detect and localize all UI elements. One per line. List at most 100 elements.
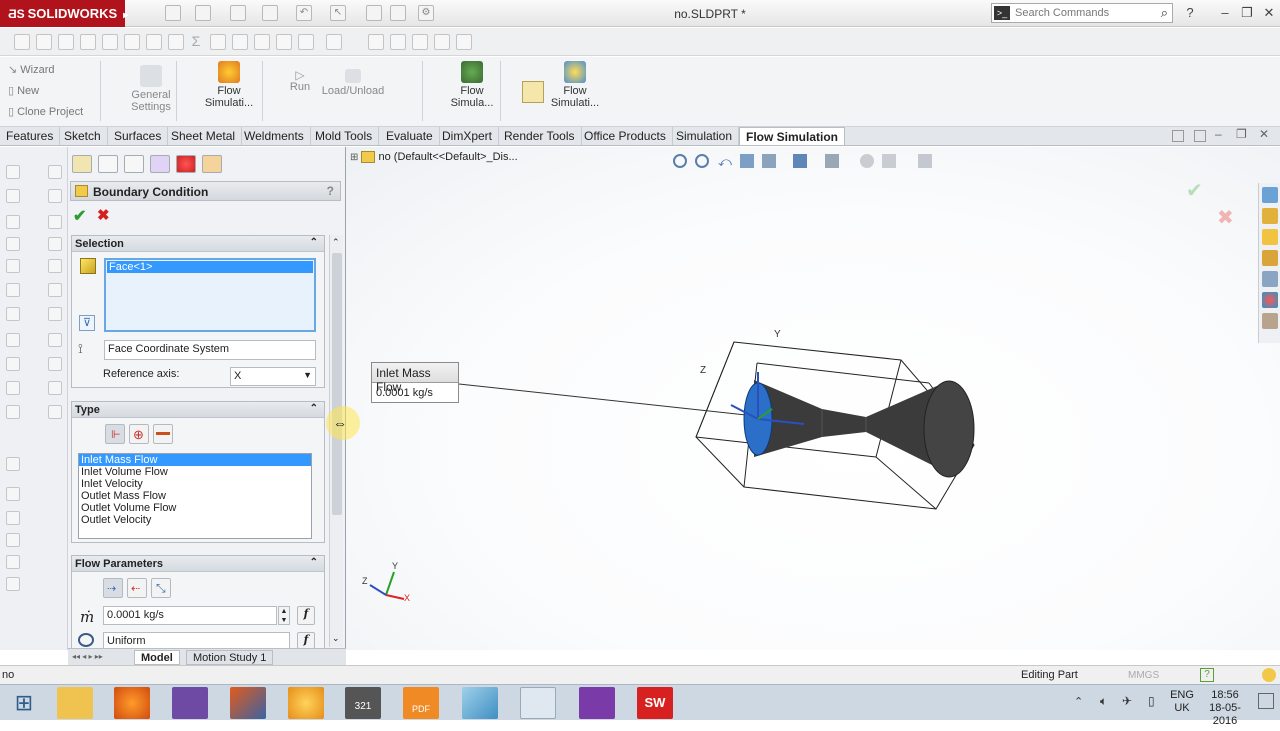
direction-vector-button[interactable]: ⤡ — [151, 578, 171, 598]
offset-icon[interactable] — [276, 34, 292, 50]
units-indicator[interactable]: MMGS — [1128, 670, 1159, 681]
circle-icon[interactable] — [102, 34, 118, 50]
tool-icon[interactable] — [6, 511, 20, 525]
tool-icon[interactable] — [6, 457, 20, 471]
instant-2d-icon[interactable] — [456, 34, 472, 50]
save-icon[interactable] — [230, 5, 246, 21]
boundary-condition-callout[interactable]: Inlet Mass Flow 0.0001 kg/s — [371, 362, 459, 403]
tool-icon[interactable] — [6, 237, 20, 251]
tab-office-products[interactable]: Office Products — [578, 127, 673, 145]
volume-icon[interactable]: 🔈︎ — [1100, 694, 1107, 709]
tool-icon[interactable] — [6, 577, 20, 591]
tab-motion-study[interactable]: Motion Study 1 — [186, 650, 274, 665]
filter-icon[interactable]: ⊽ — [79, 315, 95, 331]
collapse-chevron-icon[interactable]: ⌃ — [310, 237, 318, 248]
list-item[interactable]: Outlet Mass Flow — [79, 490, 311, 502]
tile-icon[interactable] — [1172, 130, 1184, 142]
help-button[interactable]: ? — [1180, 4, 1200, 22]
tool-icon[interactable] — [6, 189, 20, 203]
ansys-icon[interactable] — [288, 687, 324, 719]
open-folder-icon[interactable] — [195, 5, 211, 21]
list-item[interactable]: Outlet Velocity — [79, 514, 311, 526]
file-explorer-icon[interactable] — [57, 687, 93, 719]
tab-weldments[interactable]: Weldments — [238, 127, 311, 145]
screen-recorder-icon[interactable] — [579, 687, 615, 719]
flow-simulation-a-button[interactable]: Flow Simulati... — [200, 61, 258, 109]
scroll-tabs-icon[interactable]: ◂◂ ◂ ▸ ▸▸ — [72, 652, 103, 661]
list-item[interactable]: Inlet Velocity — [79, 478, 311, 490]
tab-simulation[interactable]: Simulation — [670, 127, 740, 145]
flow-simulation-tree-tab[interactable] — [202, 155, 222, 173]
profile-select[interactable]: Uniform — [103, 632, 290, 649]
tool-icon[interactable] — [6, 487, 20, 501]
solidworks-logo[interactable]: ƋS SOLIDWORKS ▸ — [0, 0, 128, 27]
selected-faces-list[interactable]: Face<1> — [104, 258, 316, 332]
start-button-icon[interactable]: ⊞ — [6, 687, 42, 719]
tool-icon[interactable] — [6, 333, 20, 347]
tool-icon[interactable] — [6, 307, 20, 321]
sticky-notes-icon[interactable] — [462, 687, 498, 719]
arc-icon[interactable] — [124, 34, 140, 50]
line-icon[interactable] — [58, 34, 74, 50]
tab-sketch[interactable]: Sketch — [58, 127, 108, 145]
close-button[interactable]: ✕ — [1259, 4, 1279, 22]
wall-button[interactable] — [153, 424, 173, 444]
restore-doc-button[interactable]: ❐ — [1236, 127, 1247, 141]
tool-icon[interactable] — [6, 555, 20, 569]
paint-icon[interactable] — [520, 687, 556, 719]
collapse-chevron-icon[interactable]: ⌃ — [310, 403, 318, 414]
help-icon[interactable]: ? — [1200, 668, 1214, 682]
tool-icon[interactable] — [6, 165, 20, 179]
tab-model[interactable]: Model — [134, 650, 180, 665]
repair-sketch-icon[interactable] — [390, 34, 406, 50]
dimxpert-manager-tab[interactable] — [150, 155, 170, 173]
convert-icon[interactable] — [326, 34, 342, 50]
cancel-x-button[interactable]: ✖ — [97, 206, 110, 224]
help-button[interactable]: ? — [327, 184, 334, 198]
search-commands-input[interactable]: >_ Search Commands ⌕ — [991, 3, 1173, 23]
tab-dimxpert[interactable]: DimXpert — [436, 127, 500, 145]
tool-icon[interactable] — [6, 259, 20, 273]
clock[interactable]: 18:56 18-05-2016 — [1202, 689, 1248, 728]
pdf-icon[interactable]: PDF — [403, 687, 439, 719]
display-manager-tab[interactable] — [176, 155, 196, 173]
centerline-icon[interactable] — [232, 34, 248, 50]
minimize-doc-button[interactable]: – — [1215, 127, 1222, 141]
normal-to-face-button[interactable]: ⇢ — [103, 578, 123, 598]
airplane-mode-icon[interactable]: ✈ — [1122, 694, 1132, 708]
reference-axis-select[interactable]: X ▼ — [230, 367, 316, 386]
type-group-header[interactable]: Type ⌃ — [72, 402, 324, 418]
tool-icon[interactable] — [6, 533, 20, 547]
list-item[interactable]: Outlet Volume Flow — [79, 502, 311, 514]
scroll-down-icon[interactable]: ⌄ — [332, 633, 340, 644]
tool-icon[interactable] — [6, 215, 20, 229]
feature-manager-tab[interactable] — [72, 155, 92, 173]
tool-icon[interactable] — [6, 283, 20, 297]
mirror-icon[interactable] — [254, 34, 270, 50]
flow-simulation-b-button[interactable]: Flow Simula... — [446, 61, 498, 109]
options-gear-icon[interactable]: ⚙ — [418, 5, 434, 21]
tool-icon[interactable] — [48, 165, 62, 179]
trim-icon[interactable] — [298, 34, 314, 50]
tab-flow-simulation[interactable]: Flow Simulation — [739, 127, 845, 145]
pressure-openings-button[interactable]: ⊕ — [129, 424, 149, 444]
tool-icon[interactable] — [48, 259, 62, 273]
flow-openings-button[interactable]: ⊩ — [105, 424, 125, 444]
wizard-button[interactable]: ↘ Wizard — [8, 63, 55, 76]
tool-icon[interactable] — [6, 381, 20, 395]
language-indicator[interactable]: ENG UK — [1170, 689, 1194, 715]
rebuild-icon[interactable] — [366, 5, 382, 21]
rapid-sketch-icon[interactable] — [434, 34, 450, 50]
profile-dependency-button[interactable]: f — [297, 632, 315, 649]
firefox-icon[interactable] — [114, 687, 150, 719]
tool-icon[interactable] — [48, 307, 62, 321]
scrollbar-thumb[interactable] — [332, 253, 342, 515]
tool-icon[interactable] — [48, 381, 62, 395]
boundary-type-list[interactable]: Inlet Mass Flow Inlet Volume Flow Inlet … — [78, 453, 312, 539]
property-manager-tab[interactable] — [98, 155, 118, 173]
list-item[interactable]: Face<1> — [107, 261, 313, 273]
flow-simulation-c-button[interactable]: Flow Simulati... — [546, 61, 604, 109]
new-project-button[interactable]: ▯ New — [8, 84, 39, 97]
rectangle-icon[interactable] — [80, 34, 96, 50]
calendar-icon[interactable]: 321 — [345, 687, 381, 719]
